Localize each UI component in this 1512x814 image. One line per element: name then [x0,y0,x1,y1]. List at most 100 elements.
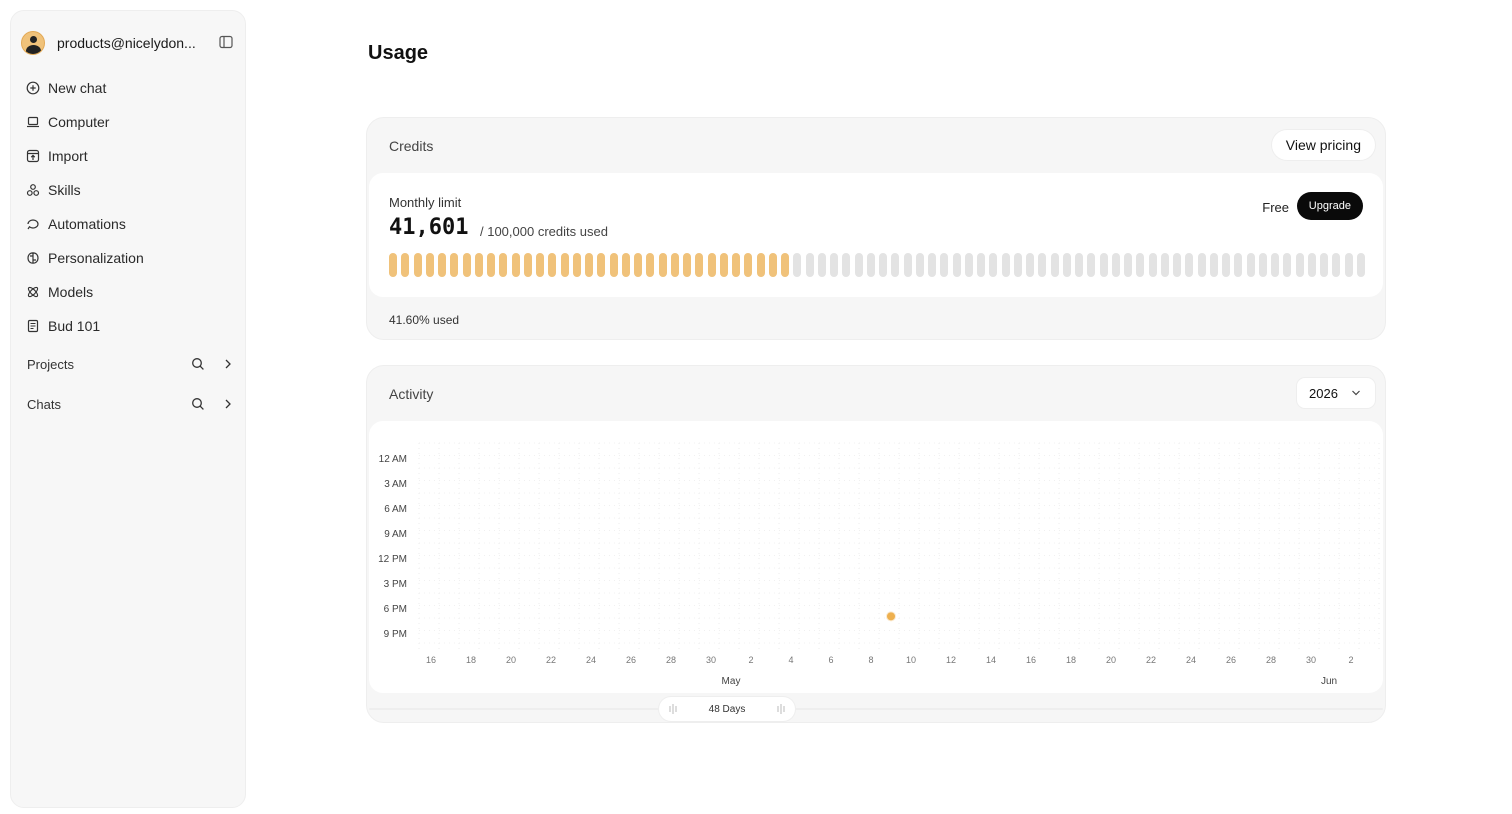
progress-segment-empty [1234,253,1243,277]
search-icon[interactable] [191,357,205,371]
activity-chart-svg: 12 AM 3 AM 6 AM 9 AM 12 PM 3 PM 6 PM 9 PM 16 18 20… [378,442,1380,687]
progress-segment-empty [805,253,814,277]
sidebar-item-new-chat[interactable]: New chat [21,71,235,105]
section-label: Projects [27,356,74,372]
x-tick-label: 12 [946,655,956,665]
y-tick-label: 3 PM [384,579,407,590]
sidebar-item-label: Personalization [48,250,144,266]
grip-right-icon[interactable] [777,704,785,714]
x-tick-label: 14 [986,655,996,665]
y-tick-label: 9 AM [384,529,407,540]
y-tick-label: 9 PM [384,629,407,640]
grip-left-icon[interactable] [669,704,677,714]
progress-segment-empty [1013,253,1022,277]
range-scrubber: 48 Days [369,697,1383,721]
progress-segment-empty [940,253,949,277]
progress-segment-empty [1258,253,1267,277]
progress-segment-used [585,253,593,277]
x-tick-label: 28 [666,655,676,665]
activity-chart: 12 AM 3 AM 6 AM 9 AM 12 PM 3 PM 6 PM 9 PM 16 18 20… [369,421,1383,693]
sidebar-item-automations[interactable]: Automations [21,207,235,241]
x-tick-label: 26 [626,655,636,665]
activity-header: Activity [389,386,434,402]
progress-segment-used [560,253,569,277]
progress-segment-used [536,253,544,277]
progress-segment-empty [866,253,875,277]
upgrade-button[interactable]: Upgrade [1296,192,1363,220]
account-switcher[interactable]: products@nicelydon... [21,21,235,65]
progress-segment-empty [1038,253,1047,277]
laptop-icon [27,116,39,128]
sidebar-item-bud-101[interactable]: Bud 101 [21,309,235,343]
progress-segment-used [756,253,765,277]
progress-segment-empty [1136,253,1145,277]
progress-segment-empty [1283,253,1292,277]
x-tick-label: 20 [506,655,516,665]
progress-segment-empty [1320,253,1328,277]
book-icon [27,319,39,333]
section-label: Chats [27,396,61,412]
sidebar-item-computer[interactable]: Computer [21,105,235,139]
progress-segment-empty [903,253,912,277]
sidebar-item-label: Automations [48,216,126,232]
sidebar-item-import[interactable]: Import [21,139,235,173]
sidebar-toggle-icon[interactable] [219,35,233,49]
progress-segment-used [670,253,679,277]
x-tick-label: 30 [706,655,716,665]
progress-segment-empty [1246,253,1255,277]
sidebar-section-chats[interactable]: Chats [21,390,235,418]
x-tick-label: 16 [426,655,436,665]
sidebar-item-skills[interactable]: Skills [21,173,235,207]
progress-segment-used [781,253,789,277]
year-select-value: 2026 [1309,385,1338,401]
progress-segment-empty [793,253,802,277]
progress-segment-used [487,253,495,277]
sidebar-nav: New chat Computer Import Skills Automati… [21,71,235,343]
progress-segment-used [425,253,434,277]
view-pricing-button[interactable]: View pricing [1271,130,1375,160]
plus-circle-icon [26,81,40,95]
credits-used-suffix: / 100,000 credits used [480,224,608,239]
account-email: products@nicelydon... [57,35,196,51]
range-handle[interactable]: 48 Days [659,697,795,721]
sidebar-item-personalization[interactable]: Personalization [21,241,235,275]
search-icon[interactable] [191,397,205,411]
progress-segment-empty [1050,253,1059,277]
sidebar-section-projects[interactable]: Projects [21,350,235,378]
import-icon [26,149,40,163]
year-select[interactable]: 2026 [1297,378,1375,408]
progress-segment-used [572,253,581,277]
range-track[interactable] [369,708,1383,710]
chevron-right-icon[interactable] [221,357,235,371]
progress-segment-used [695,253,704,277]
progress-segment-used [548,253,557,277]
x-tick-label: 30 [1306,655,1316,665]
progress-segment-used [438,253,446,277]
progress-segment-empty [952,253,961,277]
progress-segment-empty [891,253,900,277]
sidebar-item-label: Bud 101 [48,318,101,334]
progress-segment-empty [842,253,851,277]
x-tick-label: 6 [828,655,833,665]
sidebar-item-label: Models [48,284,94,300]
range-label: 48 Days [708,703,746,715]
progress-segment-used [413,253,422,277]
chevron-right-icon[interactable] [221,397,235,411]
progress-segment-used [768,253,777,277]
progress-segment-used [597,253,606,277]
sidebar-item-models[interactable]: Models [21,275,235,309]
progress-segment-used [389,253,397,277]
progress-segment-empty [1026,253,1034,277]
progress-segment-empty [1185,253,1194,277]
credits-progress-bar [389,253,1365,277]
progress-segment-empty [817,253,826,277]
plan-label: Free [1262,200,1289,215]
progress-segment-empty [1271,253,1279,277]
y-tick-label: 6 PM [384,604,407,615]
progress-segment-empty [964,253,973,277]
chevron-down-icon [1352,390,1360,396]
progress-segment-empty [928,253,936,277]
progress-segment-used [646,253,655,277]
progress-segment-used [634,253,642,277]
percent-used: 41.60% used [389,313,460,327]
